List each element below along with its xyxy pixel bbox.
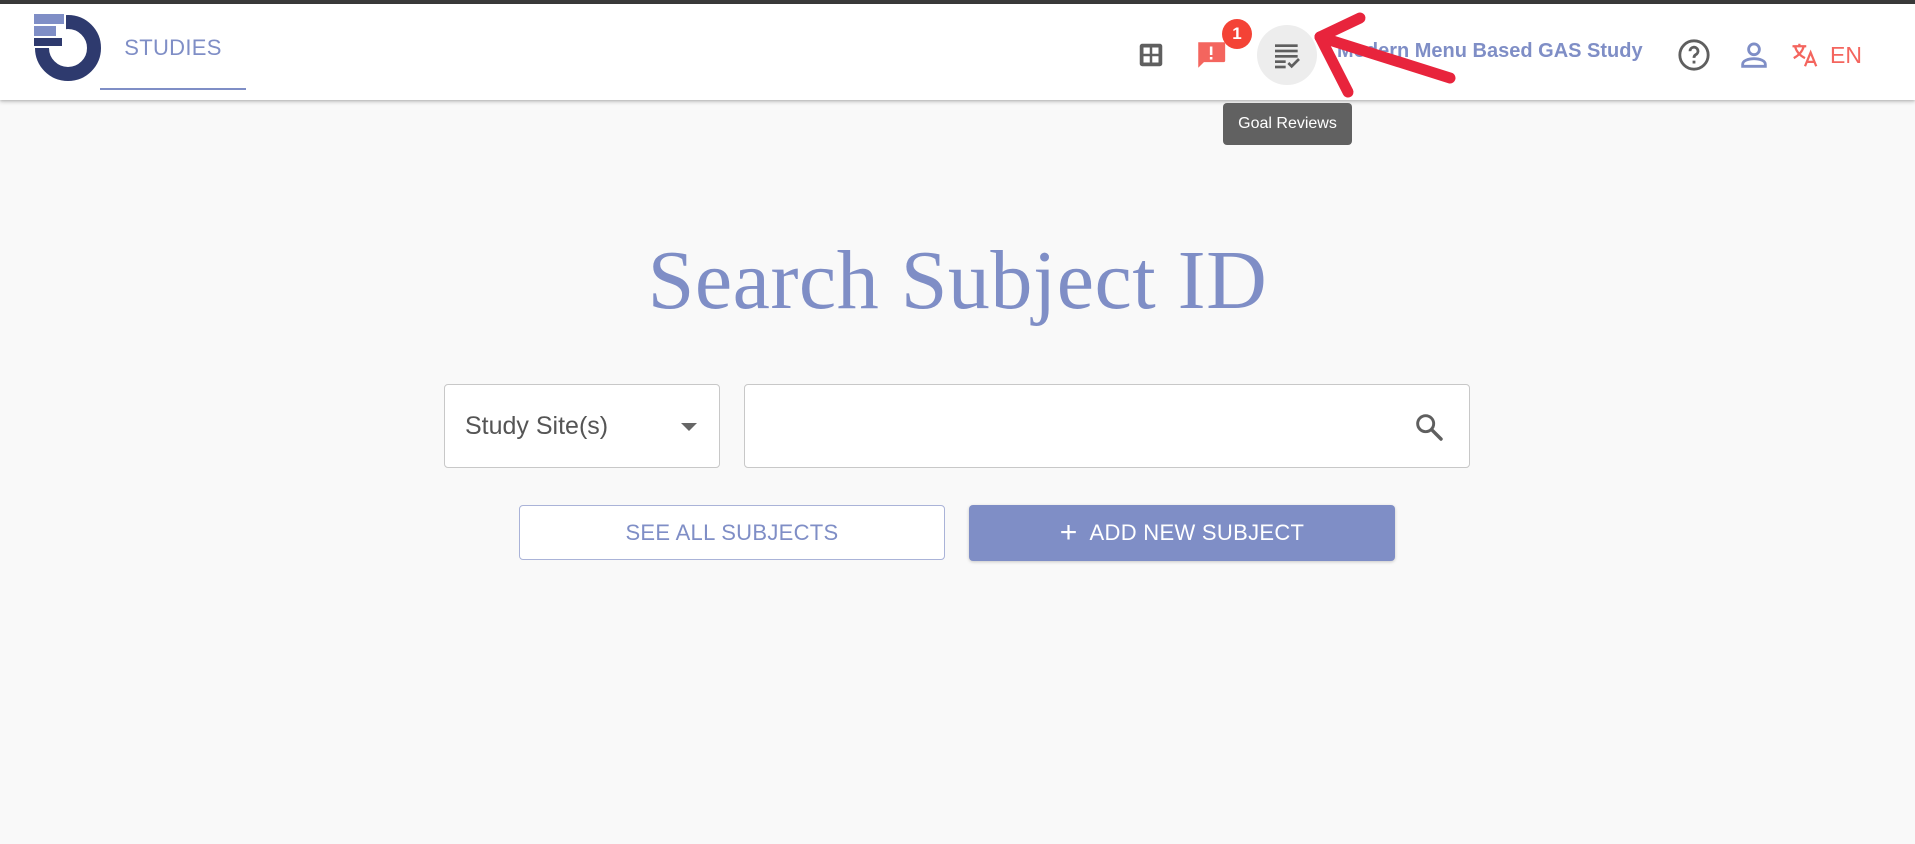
translate-icon	[1792, 43, 1818, 67]
subject-id-search-input[interactable]	[759, 399, 1383, 455]
see-all-subjects-button[interactable]: SEE ALL SUBJECTS	[519, 505, 945, 560]
app-logo[interactable]	[32, 12, 102, 82]
checklist-icon	[1275, 44, 1300, 69]
study-site-select[interactable]: Study Site(s)	[444, 384, 720, 468]
tab-studies[interactable]: STUDIES	[100, 8, 246, 90]
annotation-arrow	[1314, 12, 1456, 98]
add-new-subject-label: ADD NEW SUBJECT	[1089, 520, 1305, 545]
help-circle-icon	[1678, 39, 1710, 71]
search-icon	[1416, 414, 1443, 441]
page-title: Search Subject ID	[647, 234, 1268, 327]
alert-count-badge: 1	[1222, 19, 1252, 49]
language-selector[interactable]: EN	[1790, 34, 1862, 76]
apps-button[interactable]	[1121, 25, 1181, 85]
search-button[interactable]	[1413, 411, 1445, 443]
user-account-button[interactable]	[1724, 25, 1784, 85]
add-new-subject-button[interactable]: + ADD NEW SUBJECT	[969, 505, 1395, 561]
apps-grid-icon	[1139, 43, 1163, 67]
plus-icon: +	[1059, 516, 1078, 549]
subject-search-box	[744, 384, 1470, 468]
study-site-select-label: Study Site(s)	[465, 411, 609, 440]
person-icon	[1741, 42, 1767, 68]
app-bar: STUDIES Modern Menu Based GAS Study EN	[0, 4, 1915, 100]
feedback-alert-icon	[1198, 42, 1226, 68]
dropdown-arrow-icon	[681, 423, 697, 431]
language-code: EN	[1830, 41, 1862, 68]
help-button[interactable]	[1664, 25, 1724, 85]
